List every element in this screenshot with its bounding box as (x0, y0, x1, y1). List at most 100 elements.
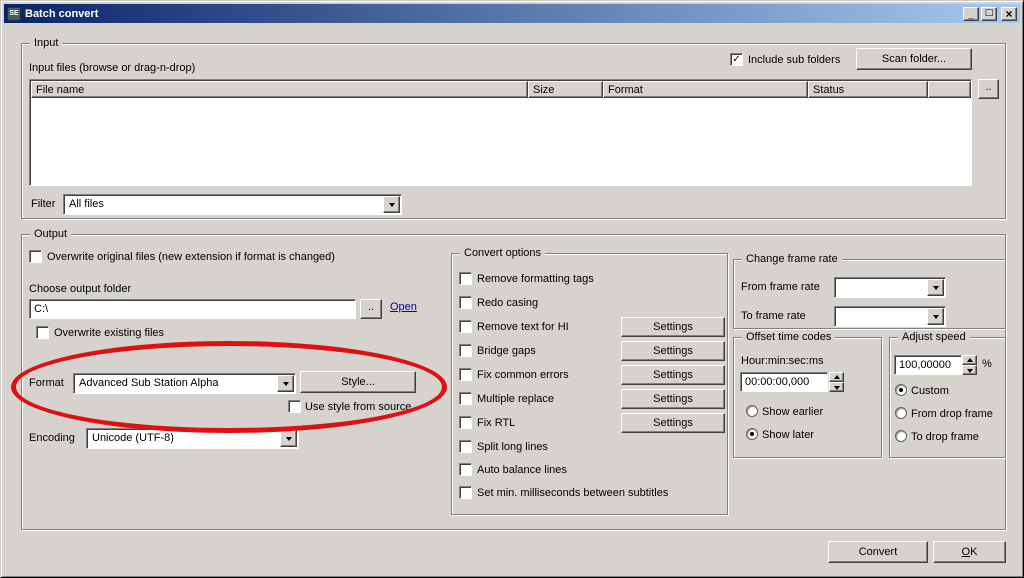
from-frame-rate-arrow-icon[interactable] (927, 279, 944, 296)
file-list[interactable]: File name Size Format Status (29, 79, 972, 186)
format-dropdown-arrow-icon[interactable] (277, 375, 294, 392)
filter-dropdown-arrow-icon[interactable] (383, 196, 400, 213)
offset-format-label: Hour:min:sec:ms (741, 355, 824, 367)
to-drop-frame-radio[interactable] (895, 430, 907, 442)
settings-fix-common-errors-button[interactable]: Settings (621, 365, 725, 385)
speed-input[interactable]: 100,00000 (894, 355, 962, 375)
multiple-replace-label: Multiple replace (477, 393, 555, 405)
from-drop-frame-radio[interactable] (895, 407, 907, 419)
encoding-label: Encoding (29, 432, 75, 444)
settings-fix-rtl-button[interactable]: Settings (621, 413, 725, 433)
include-sub-folders-checkbox[interactable]: ✓ (730, 53, 743, 66)
scan-folder-button-label: Scan folder... (881, 53, 947, 65)
input-browse-button-label: .. (985, 81, 992, 93)
convert-button-label: Convert (858, 546, 898, 558)
output-browse-button[interactable]: .. (360, 299, 382, 319)
show-earlier-radio[interactable] (746, 405, 758, 417)
maximize-button[interactable]: □ (981, 6, 997, 21)
use-style-from-source-label: Use style from source (305, 401, 412, 413)
maximize-icon: □ (984, 8, 994, 18)
format-value: Advanced Sub Station Alpha (79, 377, 219, 389)
batch-convert-dialog: SE Batch convert _ □ × Input ✓ Include s… (0, 0, 1024, 578)
choose-output-folder-label: Choose output folder (29, 283, 132, 295)
to-frame-rate-arrow-icon[interactable] (927, 308, 944, 325)
check-icon: ✓ (732, 54, 741, 65)
overwrite-original-files-label: Overwrite original files (new extension … (47, 251, 335, 263)
input-group-title: Input (30, 37, 63, 50)
auto-balance-lines-checkbox[interactable] (459, 463, 472, 476)
overwrite-existing-files-label: Overwrite existing files (54, 327, 165, 339)
filter-label: Filter (31, 198, 56, 210)
minimize-icon: _ (968, 8, 974, 20)
offset-time-input[interactable]: 00:00:00,000 (740, 372, 828, 392)
set-min-milliseconds-checkbox[interactable] (459, 486, 472, 499)
file-list-header: File name Size Format Status (31, 81, 971, 98)
fix-common-errors-checkbox[interactable] (459, 368, 472, 381)
column-header-status[interactable]: Status (808, 81, 928, 98)
redo-casing-checkbox[interactable] (459, 296, 472, 309)
window-title: Batch convert (25, 7, 99, 20)
offset-spin-up-button[interactable] (829, 372, 844, 382)
offset-spin-down-button[interactable] (829, 382, 844, 392)
include-sub-folders-label: Include sub folders (748, 54, 841, 66)
show-later-radio[interactable] (746, 428, 758, 440)
from-frame-rate-dropdown[interactable] (834, 277, 946, 298)
bridge-gaps-checkbox[interactable] (459, 344, 472, 357)
overwrite-original-files-checkbox[interactable] (29, 250, 42, 263)
to-frame-rate-dropdown[interactable] (834, 306, 946, 327)
format-label: Format (29, 377, 64, 389)
use-style-from-source-checkbox[interactable] (288, 400, 301, 413)
output-group-title: Output (30, 228, 72, 241)
settings-button-label: Settings (653, 345, 693, 357)
fix-rtl-label: Fix RTL (477, 417, 516, 429)
output-browse-button-label: .. (367, 301, 375, 313)
scan-folder-button[interactable]: Scan folder... (856, 48, 972, 70)
ok-button[interactable]: OK (933, 541, 1006, 563)
settings-multiple-replace-button[interactable]: Settings (621, 389, 725, 409)
column-header-format[interactable]: Format (603, 81, 808, 98)
to-drop-frame-label: To drop frame (911, 431, 979, 443)
to-frame-rate-label: To frame rate (741, 310, 806, 322)
change-frame-rate-group-title: Change frame rate (742, 253, 842, 266)
percent-label: % (982, 358, 992, 370)
style-button[interactable]: Style... (300, 371, 416, 393)
settings-button-label: Settings (653, 393, 693, 405)
custom-radio[interactable] (895, 384, 907, 396)
remove-text-for-hi-checkbox[interactable] (459, 320, 472, 333)
filter-value: All files (69, 198, 104, 210)
offset-time-spinner (829, 372, 844, 392)
settings-bridge-gaps-button[interactable]: Settings (621, 341, 725, 361)
format-dropdown[interactable]: Advanced Sub Station Alpha (73, 373, 296, 394)
output-folder-input[interactable]: C:\ (29, 299, 356, 319)
app-icon-text: SE (9, 9, 19, 17)
split-long-lines-checkbox[interactable] (459, 440, 472, 453)
column-header-size[interactable]: Size (528, 81, 603, 98)
settings-remove-text-for-hi-button[interactable]: Settings (621, 317, 725, 337)
open-output-folder-link[interactable]: Open (390, 301, 417, 313)
speed-spin-up-button[interactable] (962, 355, 977, 365)
multiple-replace-checkbox[interactable] (459, 392, 472, 405)
ok-button-label: OK (961, 546, 978, 558)
convert-button[interactable]: Convert (828, 541, 928, 563)
column-header-file-name[interactable]: File name (31, 81, 528, 98)
filter-dropdown[interactable]: All files (63, 194, 402, 215)
settings-button-label: Settings (653, 417, 693, 429)
from-drop-frame-label: From drop frame (911, 408, 993, 420)
speed-spin-down-button[interactable] (962, 365, 977, 375)
style-button-label: Style... (341, 376, 375, 388)
redo-casing-label: Redo casing (477, 297, 539, 309)
encoding-dropdown-arrow-icon[interactable] (280, 430, 297, 447)
settings-button-label: Settings (653, 369, 693, 381)
encoding-dropdown[interactable]: Unicode (UTF-8) (86, 428, 299, 449)
encoding-value: Unicode (UTF-8) (92, 432, 174, 444)
close-button[interactable]: × (1001, 6, 1017, 21)
fix-rtl-checkbox[interactable] (459, 416, 472, 429)
remove-formatting-tags-checkbox[interactable] (459, 272, 472, 285)
fix-common-errors-label: Fix common errors (477, 369, 569, 381)
minimize-button[interactable]: _ (963, 6, 979, 21)
convert-options-group-title: Convert options (460, 247, 546, 260)
overwrite-existing-files-checkbox[interactable] (36, 326, 49, 339)
custom-label: Custom (911, 385, 949, 397)
input-browse-button[interactable]: .. (978, 79, 999, 99)
titlebar: SE Batch convert _ □ × (4, 4, 1020, 23)
